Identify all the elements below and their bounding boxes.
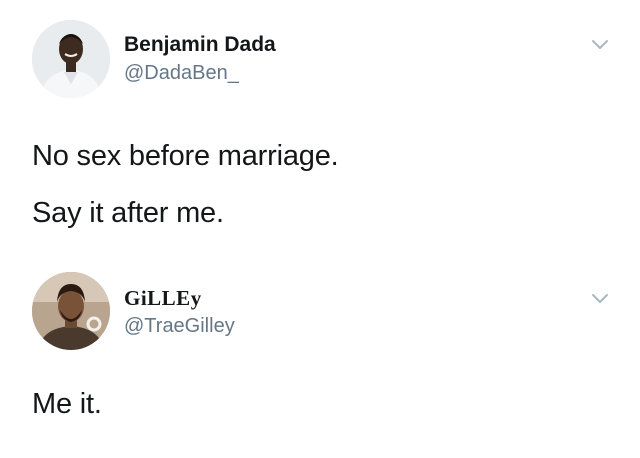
avatar-image [32, 20, 110, 98]
tweet: GiLLEy @TraeGilley Me it. [0, 262, 640, 458]
chevron-down-icon[interactable] [590, 38, 610, 52]
user-handle[interactable]: @DadaBen_ [124, 62, 239, 85]
display-name[interactable]: GiLLEy [124, 286, 202, 311]
avatar-image [32, 272, 110, 350]
avatar[interactable] [32, 20, 110, 98]
chevron-down-icon[interactable] [590, 292, 610, 306]
display-name[interactable]: Benjamin Dada [124, 33, 276, 57]
tweet-text-line: Me it. [32, 388, 102, 420]
avatar[interactable] [32, 272, 110, 350]
tweet-text-line: Say it after me. [32, 197, 224, 229]
tweet-text-line: No sex before marriage. [32, 140, 339, 172]
tweet: Benjamin Dada @DadaBen_ No sex before ma… [0, 0, 640, 250]
user-handle[interactable]: @TraeGilley [124, 315, 235, 338]
